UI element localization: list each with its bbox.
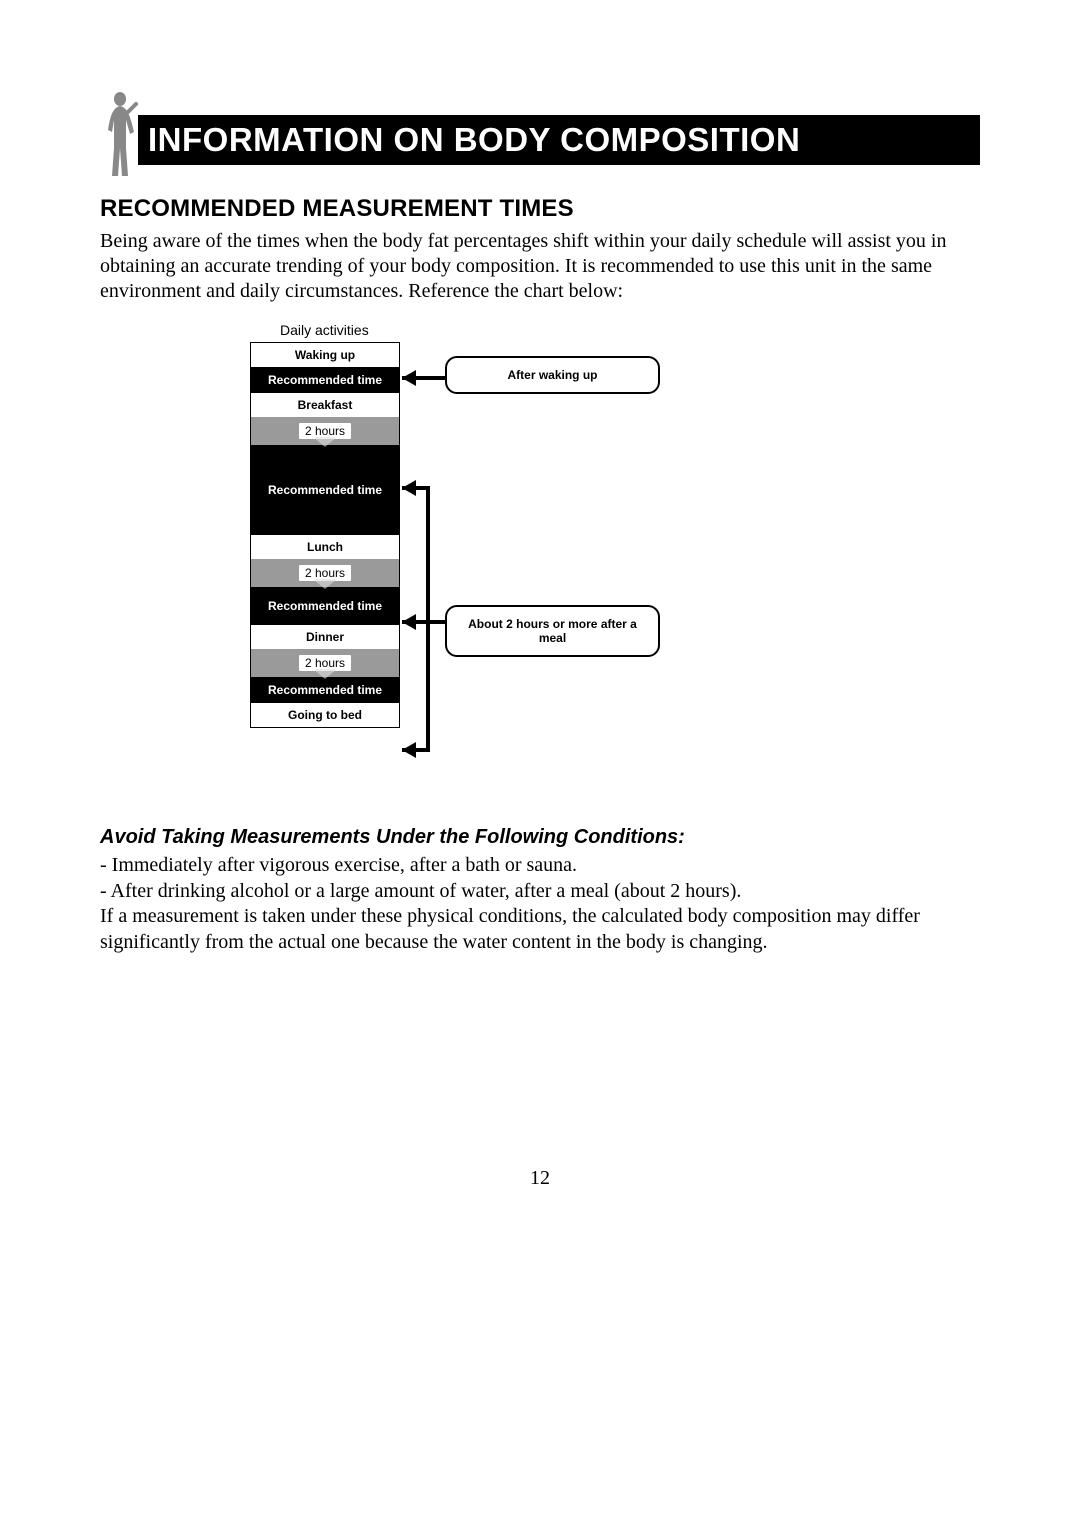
row-lunch: Lunch [251, 535, 399, 559]
row-2hours-1: 2 hours [251, 417, 399, 445]
row-2hours-2: 2 hours [251, 559, 399, 587]
person-figure-icon [100, 90, 140, 180]
page-number: 12 [0, 1167, 1080, 1190]
row-recommended-1: Recommended time [251, 367, 399, 393]
avoid-line-2: - After drinking alcohol or a large amou… [100, 879, 980, 905]
section-heading: RECOMMENDED MEASUREMENT TIMES [100, 195, 980, 223]
row-recommended-3: Recommended time [251, 587, 399, 625]
title-banner: INFORMATION ON BODY COMPOSITION [100, 100, 980, 175]
daily-activities-label: Daily activities [280, 322, 369, 338]
row-recommended-2: Recommended time [251, 445, 399, 535]
chevron-down-icon [313, 669, 337, 679]
arrow-left-icon [402, 614, 416, 630]
measurement-times-diagram: Daily activities Waking up Recommended t… [250, 322, 810, 802]
callout-after-waking: After waking up [445, 356, 660, 394]
avoid-heading: Avoid Taking Measurements Under the Foll… [100, 826, 980, 849]
row-recommended-4: Recommended time [251, 677, 399, 703]
avoid-paragraph: If a measurement is taken under these ph… [100, 904, 980, 955]
chevron-down-icon [313, 437, 337, 447]
row-2hours-3: 2 hours [251, 649, 399, 677]
arrow-left-icon [402, 742, 416, 758]
banner-title: INFORMATION ON BODY COMPOSITION [148, 115, 800, 165]
activity-column: Waking up Recommended time Breakfast 2 h… [250, 342, 400, 728]
row-dinner: Dinner [251, 625, 399, 649]
arrow-left-icon [402, 370, 416, 386]
arrow-left-icon [402, 480, 416, 496]
chevron-down-icon [313, 579, 337, 589]
row-breakfast: Breakfast [251, 393, 399, 417]
callout-after-meal: About 2 hours or more after a meal [445, 605, 660, 657]
row-going-to-bed: Going to bed [251, 703, 399, 727]
row-waking-up: Waking up [251, 343, 399, 367]
intro-paragraph: Being aware of the times when the body f… [100, 229, 980, 304]
avoid-line-1: - Immediately after vigorous exercise, a… [100, 853, 980, 879]
